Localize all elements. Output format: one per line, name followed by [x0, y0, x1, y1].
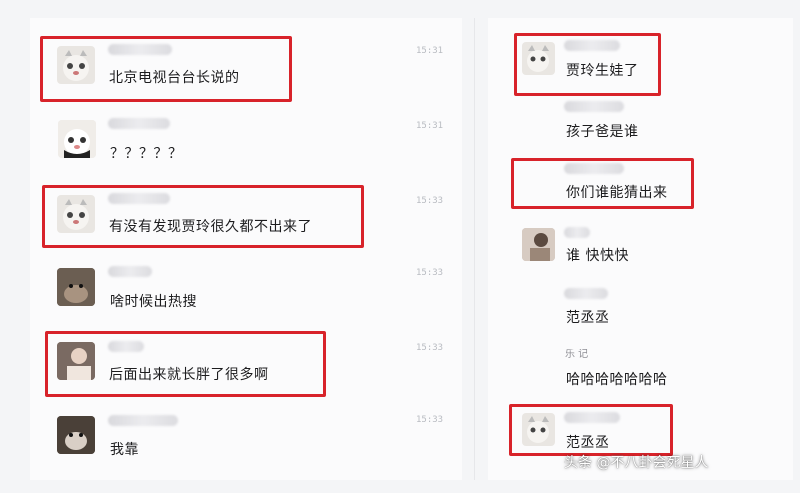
message-text: 哈哈哈哈哈哈哈 — [566, 372, 668, 388]
panel-divider — [474, 18, 475, 480]
avatar[interactable] — [57, 416, 95, 454]
watermark: 头条 @不八卦会死星人 — [564, 455, 709, 471]
message-time: 15:33 — [416, 415, 444, 425]
highlight-box-1 — [40, 36, 292, 102]
avatar[interactable] — [58, 120, 96, 158]
sender-name-blurred — [108, 415, 178, 426]
sender-name-blurred — [108, 266, 152, 277]
highlight-box-4 — [514, 33, 661, 96]
avatar[interactable] — [57, 268, 95, 306]
message-text: 范丞丞 — [566, 310, 610, 326]
highlight-box-6 — [509, 404, 673, 456]
sender-name-blurred — [108, 118, 170, 129]
message-text: 孩子爸是谁 — [566, 124, 639, 140]
message-text: ？？？？？ — [110, 146, 183, 162]
person-avatar-icon — [522, 228, 555, 261]
message-text: 谁 快快快 — [566, 248, 629, 264]
highlight-box-2 — [42, 185, 364, 248]
message-time: 15:31 — [416, 121, 444, 131]
sender-name-blurred — [564, 101, 624, 112]
avatar[interactable] — [522, 228, 555, 261]
sender-name-blurred — [564, 227, 590, 238]
message-time: 15:33 — [416, 196, 444, 206]
message-time: 15:31 — [416, 46, 444, 56]
message-time: 15:33 — [416, 268, 444, 278]
sender-name: 乐 记 — [565, 349, 589, 360]
sender-name-blurred — [564, 288, 608, 299]
highlight-box-3 — [45, 331, 326, 397]
message-text: 啥时候出热搜 — [110, 294, 197, 310]
dog-avatar-icon — [57, 416, 95, 454]
dog-avatar-icon — [57, 268, 95, 306]
message-time: 15:33 — [416, 343, 444, 353]
cat-avatar-icon — [58, 120, 96, 158]
message-text: 我靠 — [110, 442, 139, 458]
highlight-box-5 — [511, 158, 694, 209]
